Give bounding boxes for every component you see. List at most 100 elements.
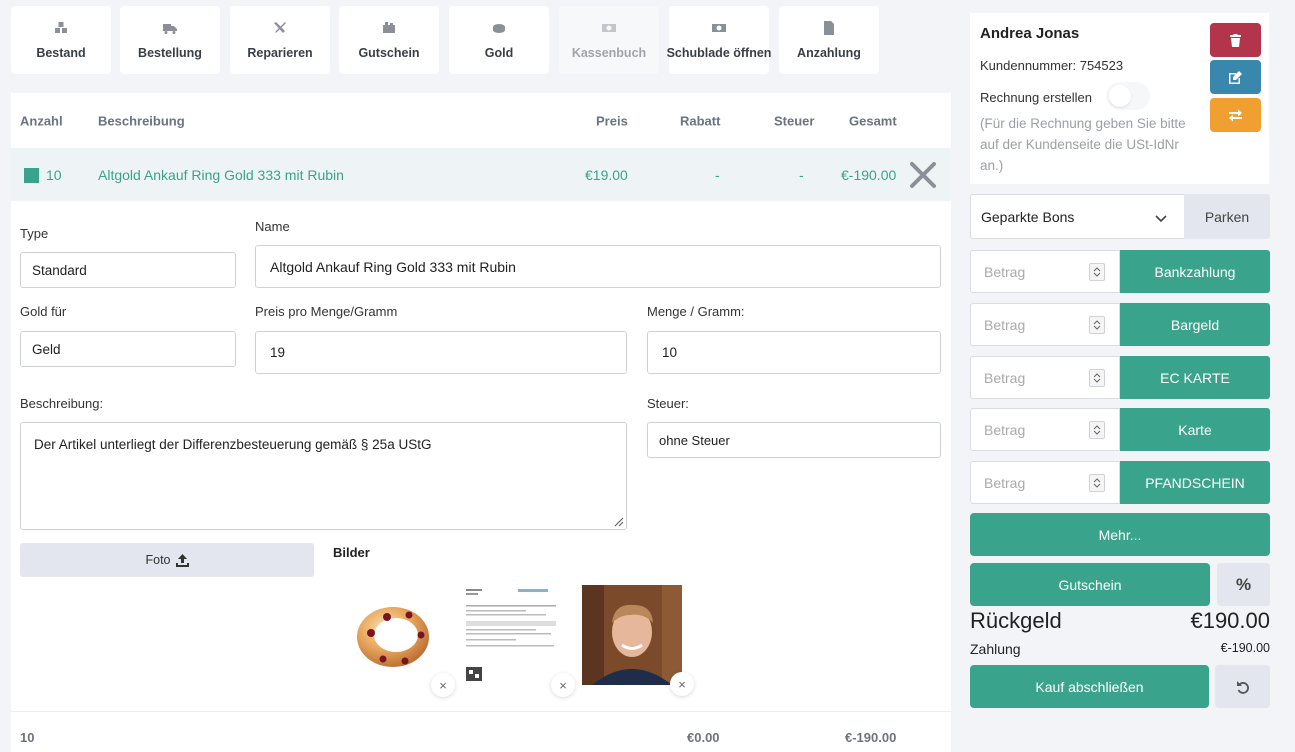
remove-image-1-icon[interactable]: × bbox=[431, 673, 455, 697]
toolbar-reparieren-button[interactable]: Reparieren bbox=[230, 6, 330, 74]
toolbar-label: Bestand bbox=[36, 45, 86, 60]
toolbar-label: Gold bbox=[484, 45, 514, 60]
undo-button[interactable] bbox=[1215, 665, 1270, 708]
parked-select-value: Geparkte Bons bbox=[981, 208, 1075, 225]
rechnung-note: (Für die Rechnung geben Sie bitte auf de… bbox=[980, 116, 1186, 173]
percent-discount-button[interactable]: % bbox=[1217, 563, 1270, 606]
row-rabatt: - bbox=[715, 166, 720, 183]
betrag-input-karte[interactable]: Betrag bbox=[970, 408, 1120, 451]
goldfuer-select[interactable]: Geld bbox=[20, 331, 236, 367]
spinner-icon[interactable] bbox=[1089, 316, 1105, 334]
gold-icon bbox=[492, 21, 506, 35]
truck-icon bbox=[163, 21, 177, 35]
steuer-select[interactable]: ohne Steuer bbox=[647, 422, 941, 458]
toolbar-gold-button[interactable]: Gold bbox=[449, 6, 549, 74]
header-preis: Preis bbox=[596, 113, 628, 128]
betrag-placeholder: Betrag bbox=[984, 263, 1026, 280]
remove-image-2-icon[interactable]: × bbox=[551, 673, 575, 697]
spinner-icon[interactable] bbox=[1089, 474, 1105, 492]
toolbar-label: Gutschein bbox=[358, 45, 420, 60]
spinner-icon[interactable] bbox=[1089, 369, 1105, 387]
header-rabatt: Rabatt bbox=[680, 113, 721, 128]
remove-image-3-icon[interactable]: × bbox=[670, 672, 694, 696]
undo-icon bbox=[1236, 680, 1249, 694]
edit-customer-button[interactable] bbox=[1210, 60, 1261, 94]
toolbar-bestand-button[interactable]: Bestand bbox=[11, 6, 111, 74]
table-header: Anzahl Beschreibung Preis Rabatt Steuer … bbox=[11, 93, 951, 148]
receipt-image[interactable] bbox=[463, 585, 563, 685]
betrag-input-bankzahlung[interactable]: Betrag bbox=[970, 250, 1120, 293]
foto-upload-button[interactable]: Foto bbox=[20, 543, 314, 577]
chevron-down-icon bbox=[1155, 215, 1167, 223]
row-beschreibung: Altgold Ankauf Ring Gold 333 mit Rubin bbox=[98, 166, 344, 183]
delete-customer-button[interactable] bbox=[1210, 23, 1261, 57]
mehr-button[interactable]: Mehr... bbox=[970, 513, 1270, 556]
betrag-placeholder: Betrag bbox=[984, 369, 1026, 386]
toolbar-bestellung-button[interactable]: Bestellung bbox=[120, 6, 220, 74]
toolbar-gutschein-button[interactable]: Gutschein bbox=[339, 6, 439, 74]
bilder-label: Bilder bbox=[333, 545, 370, 560]
ring-image[interactable] bbox=[343, 585, 443, 685]
boxes-icon bbox=[54, 21, 68, 35]
foto-label: Foto bbox=[145, 553, 171, 567]
gutschein-button[interactable]: Gutschein bbox=[970, 563, 1210, 606]
beschreibung-text: Der Artikel unterliegt der Differenzbest… bbox=[34, 437, 432, 452]
type-select[interactable]: Standard bbox=[20, 252, 236, 288]
betrag-input-ec-karte[interactable]: Betrag bbox=[970, 356, 1120, 399]
preis-input[interactable]: 19 bbox=[255, 331, 627, 374]
voucher-icon bbox=[382, 21, 396, 35]
goldfuer-label: Gold für bbox=[20, 304, 67, 319]
header-gesamt: Gesamt bbox=[849, 113, 897, 128]
customer-name: Andrea Jonas bbox=[980, 25, 1080, 42]
row-anzahl: 10 bbox=[46, 166, 62, 183]
pfandschein-button[interactable]: PFANDSCHEIN bbox=[1120, 461, 1270, 504]
bankzahlung-button[interactable]: Bankzahlung bbox=[1120, 250, 1270, 293]
toolbar-label: Anzahlung bbox=[797, 45, 861, 60]
zahlung-value: €-190.00 bbox=[1220, 641, 1270, 655]
money-icon bbox=[602, 21, 616, 35]
steuer-label: Steuer: bbox=[647, 396, 689, 411]
beschreibung-textarea[interactable]: Der Artikel unterliegt der Differenzbest… bbox=[20, 422, 627, 530]
rueckgeld-label: Rückgeld bbox=[970, 608, 1062, 633]
ec-karte-button[interactable]: EC KARTE bbox=[1120, 356, 1270, 399]
switch-customer-button[interactable] bbox=[1210, 98, 1261, 132]
parked-bons-select[interactable]: Geparkte Bons bbox=[970, 194, 1185, 239]
trash-icon bbox=[1230, 33, 1241, 47]
betrag-placeholder: Betrag bbox=[984, 474, 1026, 491]
toolbar-kassenbuch-button[interactable]: Kassenbuch bbox=[559, 6, 659, 74]
name-input[interactable]: Altgold Ankauf Ring Gold 333 mit Rubin bbox=[255, 245, 941, 288]
spinner-icon[interactable] bbox=[1089, 263, 1105, 281]
betrag-input-bargeld[interactable]: Betrag bbox=[970, 303, 1120, 346]
kauf-abschliessen-button[interactable]: Kauf abschließen bbox=[970, 665, 1209, 708]
row-gesamt: €-190.00 bbox=[841, 166, 897, 183]
person-photo[interactable] bbox=[582, 585, 682, 685]
menge-input[interactable]: 10 bbox=[647, 331, 941, 374]
menge-label: Menge / Gramm: bbox=[647, 304, 745, 319]
betrag-placeholder: Betrag bbox=[984, 421, 1026, 438]
tools-icon bbox=[273, 21, 287, 35]
toolbar-anzahlung-button[interactable]: Anzahlung bbox=[779, 6, 879, 74]
rechnung-toggle[interactable] bbox=[1106, 82, 1150, 110]
resize-grip-icon[interactable] bbox=[612, 515, 624, 527]
bargeld-button[interactable]: Bargeld bbox=[1120, 303, 1270, 346]
name-label: Name bbox=[255, 219, 290, 234]
divider bbox=[11, 711, 951, 712]
money-icon bbox=[712, 21, 726, 35]
remove-row-icon[interactable] bbox=[908, 160, 938, 190]
header-beschreibung: Beschreibung bbox=[98, 113, 185, 128]
spinner-icon[interactable] bbox=[1089, 421, 1105, 439]
parken-button[interactable]: Parken bbox=[1184, 194, 1270, 239]
betrag-input-pfandschein[interactable]: Betrag bbox=[970, 461, 1120, 504]
toolbar-label: Kassenbuch bbox=[571, 45, 647, 60]
customer-number: Kundennummer: 754523 bbox=[980, 58, 1124, 73]
exchange-icon bbox=[1229, 109, 1242, 121]
footer-gesamt: €-190.00 bbox=[845, 730, 897, 745]
toolbar-label: Bestellung bbox=[138, 45, 202, 60]
table-row[interactable]: 10 Altgold Ankauf Ring Gold 333 mit Rubi… bbox=[11, 148, 951, 201]
invoice-icon bbox=[822, 20, 836, 35]
zahlung-label: Zahlung bbox=[970, 641, 1021, 657]
toolbar-schublade-button[interactable]: Schublade öffnen bbox=[667, 6, 771, 74]
karte-button[interactable]: Karte bbox=[1120, 408, 1270, 451]
preis-label: Preis pro Menge/Gramm bbox=[255, 304, 398, 319]
rechnung-label: Rechnung erstellen bbox=[980, 90, 1093, 105]
